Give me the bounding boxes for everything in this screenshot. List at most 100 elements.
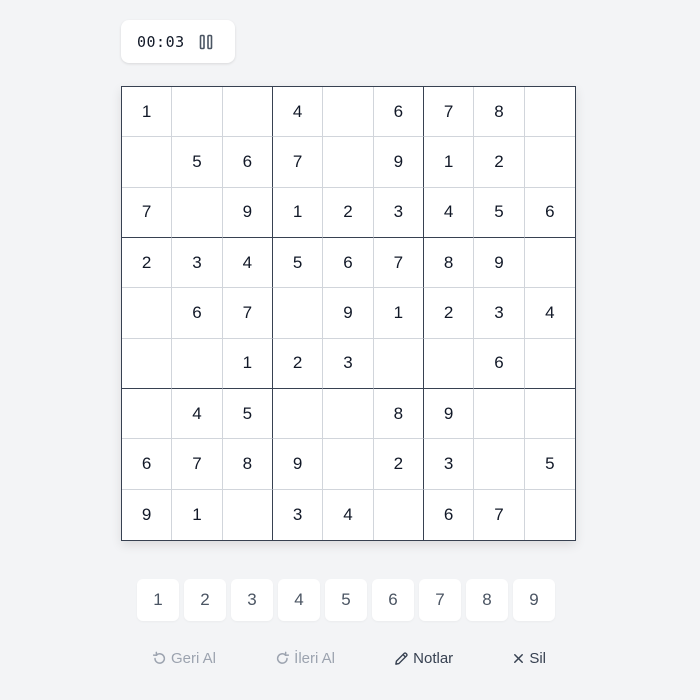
sudoku-cell[interactable]: 3 [474,288,525,339]
sudoku-cell[interactable]: 4 [524,288,575,339]
sudoku-cell[interactable]: 3 [373,187,424,238]
sudoku-cell[interactable]: 2 [373,439,424,490]
sudoku-cell[interactable]: 9 [474,237,525,289]
sudoku-cell[interactable] [323,439,374,490]
sudoku-cell[interactable] [474,439,525,490]
number-button-7[interactable]: 7 [419,579,461,621]
sudoku-cell[interactable]: 4 [172,388,223,440]
sudoku-cell[interactable] [323,388,374,440]
sudoku-cell[interactable]: 5 [524,439,575,490]
sudoku-cell[interactable]: 8 [222,439,273,490]
sudoku-cell[interactable]: 3 [323,338,374,389]
sudoku-cell[interactable]: 1 [172,489,223,540]
sudoku-cell[interactable] [172,187,223,238]
number-button-8[interactable]: 8 [466,579,508,621]
sudoku-cell[interactable]: 4 [323,489,374,540]
sudoku-cell[interactable]: 7 [272,137,324,188]
sudoku-cell[interactable]: 2 [272,338,324,389]
sudoku-cell[interactable] [122,338,173,389]
sudoku-cell[interactable] [122,137,173,188]
sudoku-cell[interactable]: 8 [474,87,525,138]
number-button-5[interactable]: 5 [325,579,367,621]
sudoku-cell[interactable]: 4 [222,237,273,289]
sudoku-cell[interactable] [373,489,424,540]
sudoku-cell[interactable]: 8 [423,237,475,289]
sudoku-cell[interactable] [524,137,575,188]
sudoku-cell[interactable] [524,338,575,389]
sudoku-cell[interactable] [222,489,273,540]
sudoku-cell[interactable]: 6 [323,237,374,289]
sudoku-cell[interactable] [474,388,525,440]
sudoku-cell[interactable]: 1 [222,338,273,389]
sudoku-cell[interactable]: 9 [423,388,475,440]
sudoku-cell[interactable]: 6 [172,288,223,339]
sudoku-cell[interactable] [122,288,173,339]
number-button-3[interactable]: 3 [231,579,273,621]
sudoku-cell[interactable] [272,388,324,440]
sudoku-cell[interactable] [524,237,575,289]
sudoku-page: 00:03 1467856791279123456234567896791234… [0,0,700,700]
erase-button[interactable]: Sil [512,650,546,667]
sudoku-cell[interactable]: 3 [272,489,324,540]
sudoku-cell[interactable]: 6 [524,187,575,238]
sudoku-cell[interactable]: 5 [172,137,223,188]
sudoku-cell[interactable]: 4 [423,187,475,238]
sudoku-cell[interactable]: 7 [423,87,475,138]
sudoku-cell[interactable]: 9 [272,439,324,490]
number-button-1[interactable]: 1 [137,579,179,621]
sudoku-cell[interactable] [323,137,374,188]
action-bar: Geri Al İleri Al Notlar Sil [121,638,576,678]
sudoku-cell[interactable]: 9 [373,137,424,188]
sudoku-cell[interactable]: 2 [474,137,525,188]
sudoku-cell[interactable]: 9 [122,489,173,540]
redo-button[interactable]: İleri Al [275,650,335,667]
sudoku-cell[interactable]: 4 [272,87,324,138]
sudoku-cell[interactable]: 1 [122,87,173,138]
sudoku-cell[interactable]: 3 [423,439,475,490]
sudoku-cell[interactable]: 7 [172,439,223,490]
sudoku-cell[interactable]: 5 [474,187,525,238]
sudoku-cell[interactable]: 5 [272,237,324,289]
sudoku-cell[interactable]: 1 [423,137,475,188]
notes-label: Notlar [413,649,454,667]
sudoku-cell[interactable]: 7 [122,187,173,238]
sudoku-cell[interactable] [373,338,424,389]
sudoku-cell[interactable]: 2 [423,288,475,339]
sudoku-cell[interactable] [122,388,173,440]
sudoku-cell[interactable]: 2 [323,187,374,238]
notes-button[interactable]: Notlar [394,650,453,667]
sudoku-cell[interactable]: 7 [222,288,273,339]
number-button-2[interactable]: 2 [184,579,226,621]
sudoku-cell[interactable]: 5 [222,388,273,440]
number-button-9[interactable]: 9 [513,579,555,621]
sudoku-cell[interactable] [524,388,575,440]
sudoku-cell[interactable]: 6 [373,87,424,138]
sudoku-cell[interactable] [172,338,223,389]
sudoku-cell[interactable]: 2 [122,237,173,289]
number-button-6[interactable]: 6 [372,579,414,621]
sudoku-cell[interactable]: 1 [272,187,324,238]
sudoku-cell[interactable]: 9 [222,187,273,238]
sudoku-cell[interactable] [423,338,475,389]
sudoku-cell[interactable]: 8 [373,388,424,440]
sudoku-cell[interactable]: 6 [423,489,475,540]
sudoku-cell[interactable] [323,87,374,138]
sudoku-cell[interactable]: 1 [373,288,424,339]
undo-button[interactable]: Geri Al [152,650,216,667]
sudoku-cell[interactable] [172,87,223,138]
sudoku-cell[interactable]: 6 [222,137,273,188]
pause-button[interactable] [198,34,214,50]
sudoku-cell[interactable] [524,489,575,540]
sudoku-cell[interactable]: 7 [373,237,424,289]
sudoku-cell[interactable]: 3 [172,237,223,289]
sudoku-cell[interactable]: 6 [474,338,525,389]
sudoku-cell[interactable] [272,288,324,339]
sudoku-cell[interactable]: 9 [323,288,374,339]
sudoku-cell[interactable]: 7 [474,489,525,540]
number-button-4[interactable]: 4 [278,579,320,621]
sudoku-cell[interactable] [222,87,273,138]
redo-icon [277,651,290,664]
number-pad: 123456789 [137,579,555,621]
sudoku-cell[interactable]: 6 [122,439,173,490]
sudoku-cell[interactable] [524,87,575,138]
